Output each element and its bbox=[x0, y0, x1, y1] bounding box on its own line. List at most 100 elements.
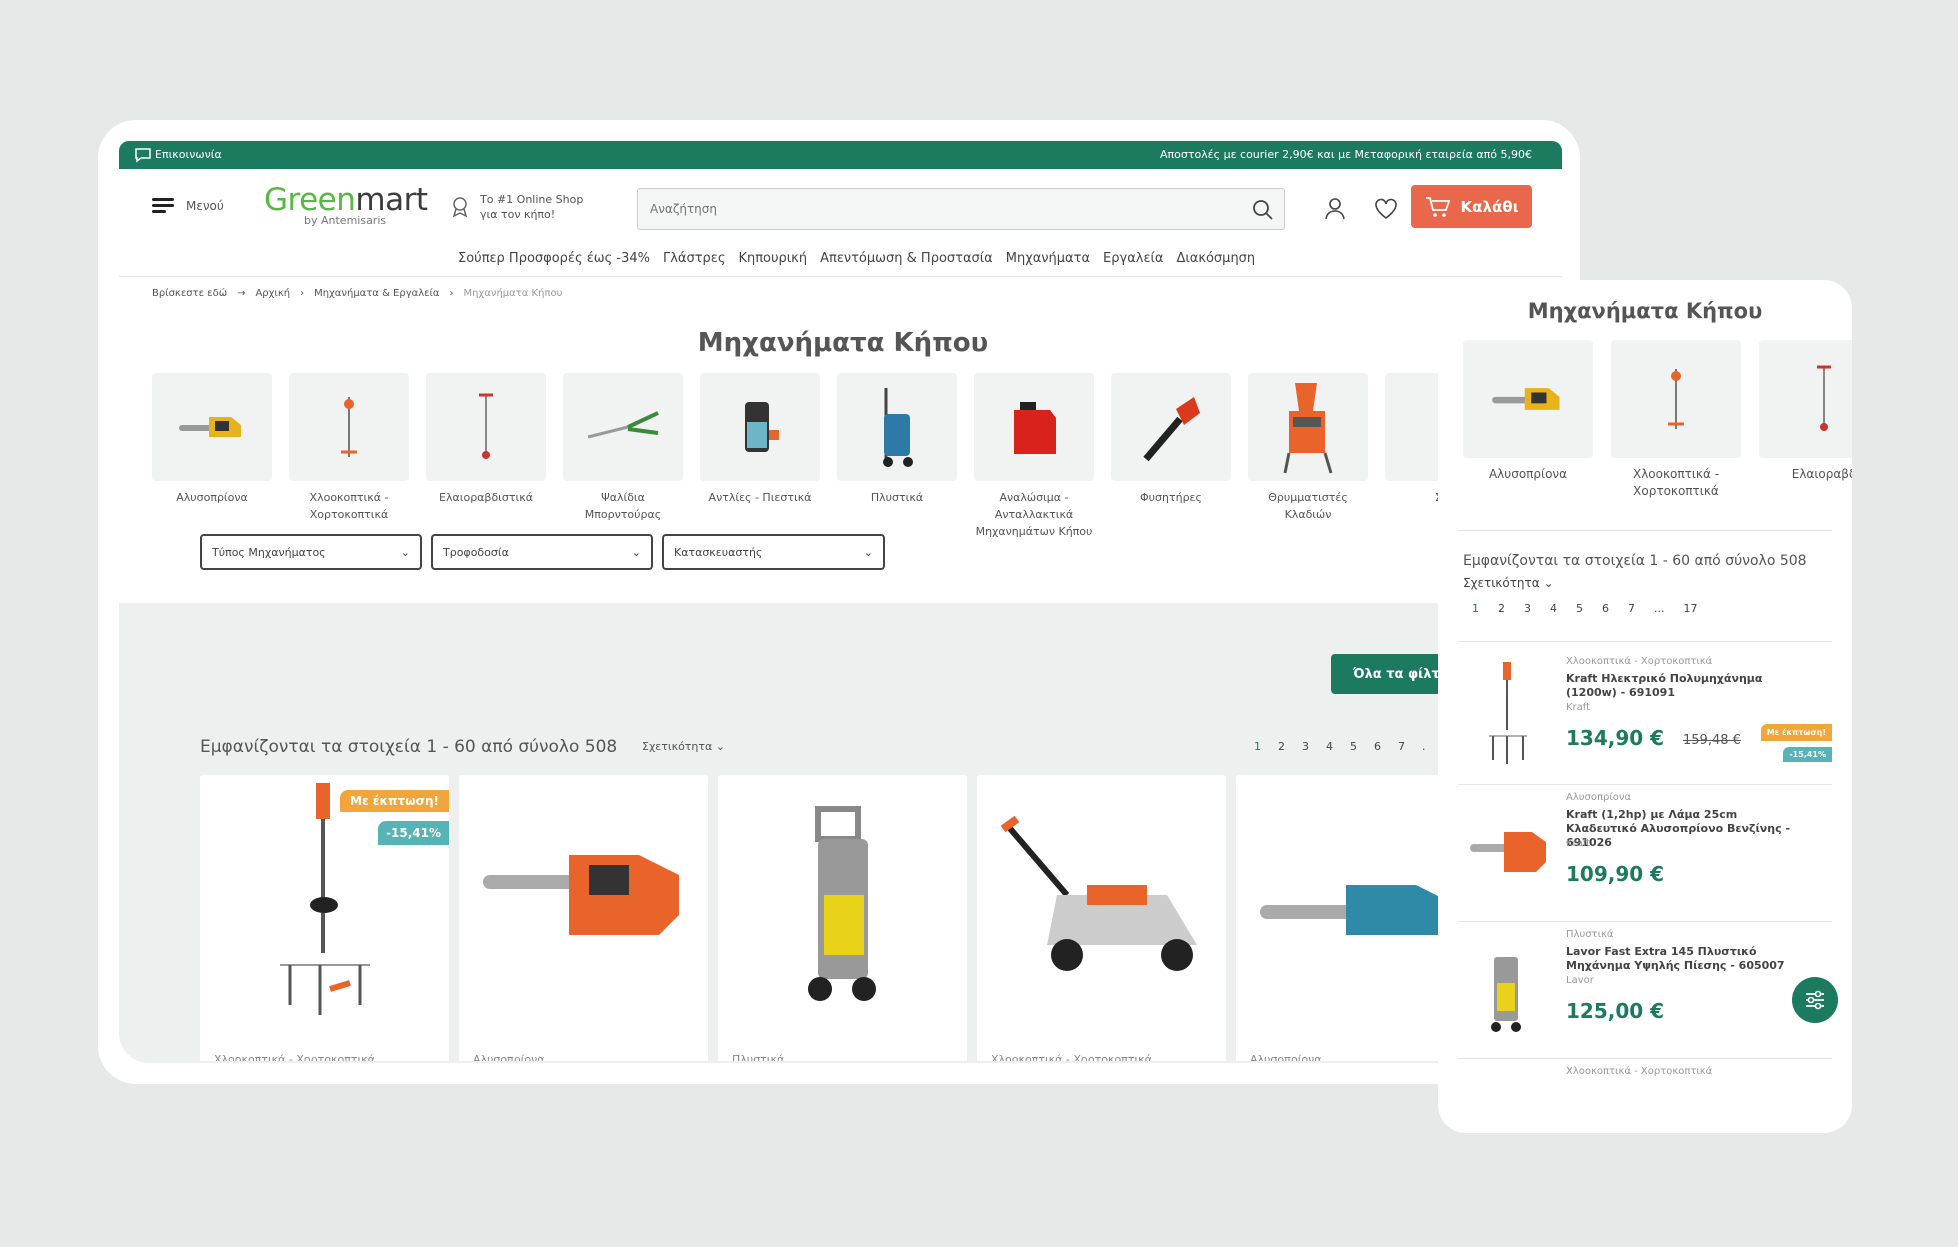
category-pumps[interactable]: Αντλίες - Πιεστικά bbox=[700, 373, 820, 540]
category-consumables[interactable]: Αναλώσιμα - Ανταλλακτικά Μηχανημάτων Κήπ… bbox=[974, 373, 1094, 540]
cart-button[interactable]: Καλάθι bbox=[1411, 185, 1532, 228]
heart-icon[interactable] bbox=[1373, 196, 1399, 222]
page-7[interactable]: 7 bbox=[1398, 740, 1405, 753]
slogan-line2: για τον κήπο! bbox=[480, 208, 556, 221]
page-5[interactable]: 5 bbox=[1576, 602, 1583, 615]
mobile-category-trimmers[interactable]: Χλοοκοπτικά - Χορτοκοπτικά bbox=[1611, 340, 1741, 500]
product-grid: Με έκπτωση! -15,41% Χλοοκοπτικά - Χορτοκ… bbox=[200, 775, 1438, 1061]
category-olive-harvesters[interactable]: Ελαιοραβδιστικά bbox=[426, 373, 546, 540]
category-label: Μηχανημάτων Κήπου bbox=[975, 525, 1093, 538]
category-chainsaws[interactable]: Αλυσοπρίονα bbox=[152, 373, 272, 540]
page-3[interactable]: 3 bbox=[1524, 602, 1531, 615]
page-4[interactable]: 4 bbox=[1550, 602, 1557, 615]
breadcrumb-here: Βρίσκεστε εδώ bbox=[152, 288, 228, 299]
category-label: Θρυμματιστές bbox=[1268, 491, 1348, 504]
menu-label: Μενού bbox=[186, 199, 224, 213]
page-1[interactable]: 1 bbox=[1254, 740, 1261, 753]
divider bbox=[1458, 641, 1832, 642]
category-label: Χορτοκοπτικά bbox=[1633, 484, 1719, 498]
item-name[interactable]: Lavor Fast Extra 145 Πλυστικό Μηχάνημα Υ… bbox=[1566, 945, 1806, 973]
search-icon[interactable] bbox=[1252, 199, 1274, 221]
page-4[interactable]: 4 bbox=[1326, 740, 1333, 753]
item-name[interactable]: Kraft Ηλεκτρικό Πολυμηχάνημα (1200w) - 6… bbox=[1566, 672, 1806, 700]
search-input[interactable] bbox=[638, 189, 1238, 229]
nav-item-tools[interactable]: Εργαλεία bbox=[1103, 251, 1163, 266]
page-7[interactable]: 7 bbox=[1628, 602, 1635, 615]
nav-item-machines[interactable]: Μηχανήματα bbox=[1006, 251, 1090, 266]
product-category: Αλυσοπρίονα bbox=[1250, 1053, 1322, 1061]
mobile-results-count: Εμφανίζονται τα στοιχεία 1 - 60 από σύνο… bbox=[1463, 553, 1807, 569]
page-6[interactable]: 6 bbox=[1374, 740, 1381, 753]
product-card[interactable]: Με έκπτωση! -15,41% Χλοοκοπτικά - Χορτοκ… bbox=[200, 775, 449, 1061]
chevron-down-icon: ⌄ bbox=[1543, 576, 1554, 590]
product-card[interactable]: Αλυσοπρίονα bbox=[1236, 775, 1438, 1061]
manufacturer-dropdown[interactable]: Κατασκευαστής ⌄ bbox=[662, 534, 885, 570]
page-ellipsis: ... bbox=[1654, 602, 1665, 615]
page-more[interactable]: . bbox=[1422, 740, 1426, 753]
sort-label: Σχετικότητα bbox=[1463, 576, 1540, 590]
chat-icon[interactable] bbox=[133, 145, 153, 165]
category-label: Χλοοκοπτικά - bbox=[309, 491, 389, 504]
chevron-down-icon: ⌄ bbox=[631, 545, 641, 559]
dropdown-label: Τροφοδοσία bbox=[443, 545, 509, 559]
product-card[interactable]: Πλυστικά bbox=[718, 775, 967, 1061]
page-2[interactable]: 2 bbox=[1278, 740, 1285, 753]
item-category: Χλοοκοπτικά - Χορτοκοπτικά bbox=[1566, 656, 1713, 667]
page-3[interactable]: 3 bbox=[1302, 740, 1309, 753]
contact-link[interactable]: Επικοινωνία bbox=[155, 148, 222, 161]
filter-fab-button[interactable] bbox=[1792, 977, 1838, 1023]
nav-item-pest-control[interactable]: Απεντόμωση & Προστασία bbox=[820, 251, 993, 266]
main-nav: Σούπερ Προσφορές έως -34% Γλάστρες Κηπου… bbox=[458, 251, 1255, 266]
page-5[interactable]: 5 bbox=[1350, 740, 1357, 753]
mobile-product-item[interactable]: Χλοοκοπτικά - Χορτοκοπτικά bbox=[1458, 1056, 1832, 1096]
page-2[interactable]: 2 bbox=[1498, 602, 1505, 615]
category-label: Χορτοκοπτικά bbox=[309, 508, 389, 521]
mobile-product-item[interactable]: Χλοοκοπτικά - Χορτοκοπτικά Kraft Ηλεκτρι… bbox=[1458, 646, 1832, 782]
nav-item-offers[interactable]: Σούπερ Προσφορές έως -34% bbox=[458, 251, 650, 266]
nav-item-gardening[interactable]: Κηπουρική bbox=[738, 251, 807, 266]
mobile-frame: Μηχανήματα Κήπου Αλυσοπρίονα Χλοοκοπτικά… bbox=[1438, 280, 1852, 1133]
item-name[interactable]: Kraft (1,2hp) με Λάμα 25cm Κλαδευτικό Αλ… bbox=[1566, 808, 1806, 850]
category-pressure-washers[interactable]: Πλυστικά bbox=[837, 373, 957, 540]
leaf-blower-icon bbox=[1143, 397, 1200, 462]
user-icon[interactable] bbox=[1322, 196, 1348, 222]
category-shredders[interactable]: Θρυμματιστές Κλαδιών bbox=[1248, 373, 1368, 540]
power-source-dropdown[interactable]: Τροφοδοσία ⌄ bbox=[431, 534, 653, 570]
breadcrumb-parent[interactable]: Μηχανήματα & Εργαλεία bbox=[314, 288, 439, 299]
mobile-sort-dropdown[interactable]: Σχετικότητα ⌄ bbox=[1463, 576, 1554, 590]
page-17[interactable]: 17 bbox=[1684, 602, 1698, 615]
category-blowers[interactable]: Φυσητήρες bbox=[1111, 373, 1231, 540]
menu-button[interactable]: Μενού bbox=[152, 198, 224, 214]
mobile-category-olive[interactable]: Ελαιοραβδ bbox=[1759, 340, 1852, 500]
page-1[interactable]: 1 bbox=[1472, 602, 1479, 615]
category-trimmers[interactable]: Χλοοκοπτικά - Χορτοκοπτικά bbox=[289, 373, 409, 540]
nav-item-pots[interactable]: Γλάστρες bbox=[663, 251, 725, 266]
product-card[interactable]: Χλοοκοπτικά - Χορτοκοπτικά bbox=[977, 775, 1226, 1061]
breadcrumb: Βρίσκεστε εδώ → Αρχική › Μηχανήματα & Ερ… bbox=[152, 288, 562, 299]
item-category: Χλοοκοπτικά - Χορτοκοπτικά bbox=[1566, 1066, 1713, 1077]
mobile-product-item[interactable]: Πλυστικά Lavor Fast Extra 145 Πλυστικό Μ… bbox=[1458, 919, 1832, 1055]
dropdown-label: Κατασκευαστής bbox=[674, 545, 763, 559]
top-bar: Επικοινωνία Αποστολές με courier 2,90€ κ… bbox=[119, 141, 1562, 169]
logo[interactable]: Greenmart by Antemisaris bbox=[264, 182, 428, 227]
chevron-down-icon: ⌄ bbox=[863, 545, 873, 559]
offer-badge: Με έκπτωση! bbox=[1760, 724, 1832, 741]
offer-badge: Με έκπτωση! bbox=[340, 790, 449, 812]
hamburger-icon bbox=[152, 198, 174, 214]
nav-item-decoration[interactable]: Διακόσμηση bbox=[1176, 251, 1255, 266]
trimmer-icon bbox=[1489, 662, 1527, 764]
trimmer-icon bbox=[1668, 369, 1684, 429]
chevron-right-icon: › bbox=[300, 288, 305, 299]
machine-type-dropdown[interactable]: Τύπος Μηχανήματος ⌄ bbox=[200, 534, 422, 570]
item-price: 109,90 € bbox=[1566, 862, 1665, 886]
mobile-product-item[interactable]: Αλυσοπρίονα Kraft (1,2hp) με Λάμα 25cm Κ… bbox=[1458, 782, 1832, 918]
page-6[interactable]: 6 bbox=[1602, 602, 1609, 615]
mobile-category-chainsaws[interactable]: Αλυσοπρίονα bbox=[1463, 340, 1593, 500]
category-label: Μπορντούρας bbox=[584, 508, 662, 521]
category-label: Αλυσοπρίονα bbox=[1488, 467, 1568, 481]
category-hedge-shears[interactable]: Ψαλίδια Μπορντούρας bbox=[563, 373, 683, 540]
breadcrumb-home[interactable]: Αρχική bbox=[255, 288, 290, 299]
sort-dropdown[interactable]: Σχετικότητα ⌄ bbox=[642, 740, 725, 753]
discount-badge: -15,41% bbox=[1783, 747, 1832, 762]
product-card[interactable]: Αλυσοπρίονα bbox=[459, 775, 708, 1061]
